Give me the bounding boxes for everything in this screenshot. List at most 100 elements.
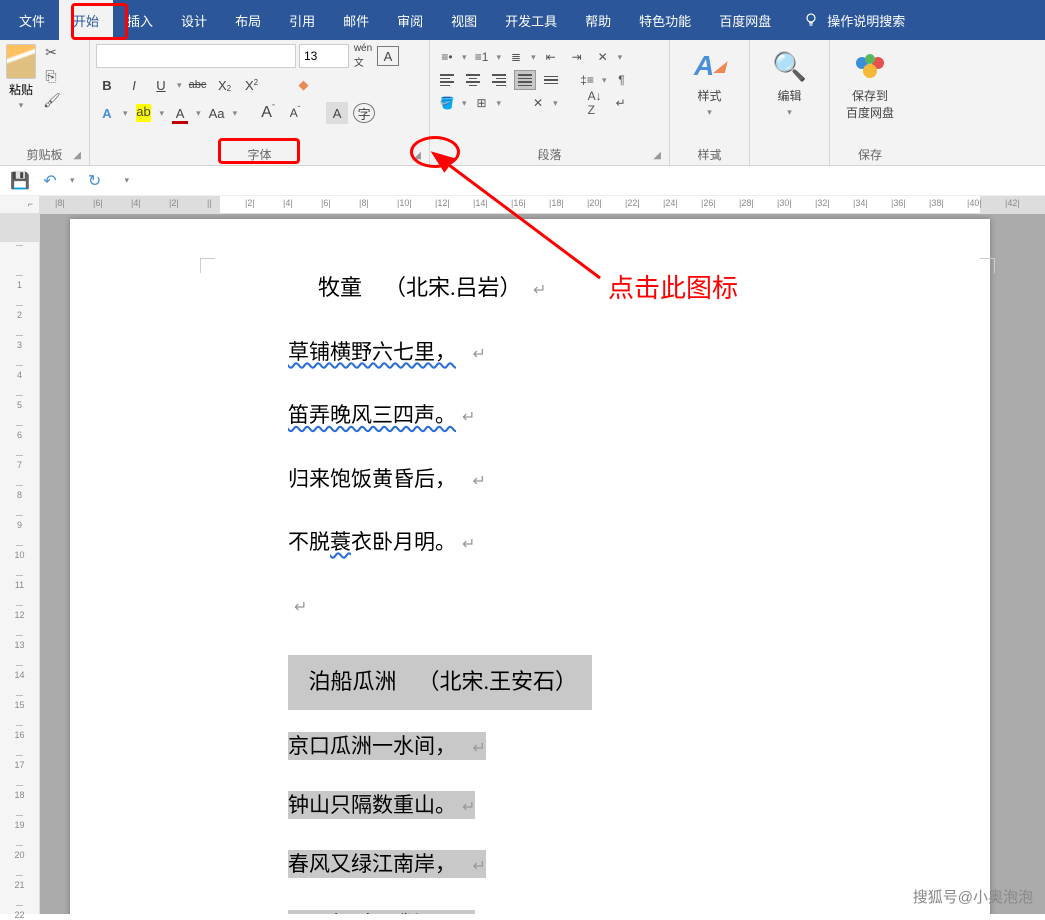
paragraph-label: 段落◢ bbox=[436, 143, 663, 165]
snap-to-grid-button[interactable]: ✕ bbox=[527, 93, 549, 113]
menu-file[interactable]: 文件 bbox=[5, 0, 59, 40]
cut-button[interactable]: ✂ bbox=[43, 44, 59, 60]
text-effects-button[interactable]: A bbox=[96, 102, 118, 124]
poem2-line3: 春风又绿江南岸， bbox=[288, 850, 456, 878]
redo-button[interactable]: ↻ bbox=[85, 171, 105, 191]
poem2-line4: 明月何时照我还。 bbox=[288, 910, 456, 914]
ruler-area: ⌐ |8||6||4||2||||2||4||6||8||10||12||14|… bbox=[0, 196, 1045, 214]
distribute-button[interactable] bbox=[540, 70, 562, 90]
menu-home[interactable]: 开始 bbox=[59, 0, 113, 40]
styles-label: 样式◢ bbox=[697, 143, 721, 165]
poem1-line4: 不脱蓑衣卧月明。 bbox=[288, 530, 456, 554]
poem2-author: （北宋.王安石） bbox=[418, 669, 578, 694]
undo-button[interactable]: ↶ bbox=[40, 171, 60, 191]
menu-design[interactable]: 设计 bbox=[167, 0, 221, 40]
subscript-button[interactable]: X2 bbox=[214, 74, 236, 96]
vertical-ruler[interactable]: —1—2—3—4—5—6—7—8—9—10—11—12—13—14—15—16—… bbox=[0, 214, 40, 914]
paste-icon bbox=[6, 44, 36, 79]
multilevel-list-button[interactable]: ≣ bbox=[505, 47, 527, 67]
poem2-line2: 钟山只隔数重山。 bbox=[288, 791, 456, 819]
menu-help[interactable]: 帮助 bbox=[571, 0, 625, 40]
menu-mail[interactable]: 邮件 bbox=[329, 0, 383, 40]
menu-features[interactable]: 特色功能 bbox=[625, 0, 705, 40]
sort-button[interactable]: A↓Z bbox=[584, 93, 606, 113]
highlight-button[interactable]: ab bbox=[133, 102, 155, 124]
superscript-button[interactable]: X2 bbox=[241, 74, 263, 96]
phonetic-guide-button[interactable]: wén文 bbox=[352, 45, 374, 67]
poem1-title: 牧童 bbox=[318, 275, 362, 300]
menu-baidu[interactable]: 百度网盘 bbox=[705, 0, 785, 40]
clear-formatting-button[interactable]: ◆ bbox=[293, 74, 315, 96]
decrease-indent-button[interactable]: ⇤ bbox=[540, 47, 562, 67]
tell-me-search[interactable]: 操作说明搜索 bbox=[803, 11, 905, 30]
horizontal-ruler[interactable]: |8||6||4||2||||2||4||6||8||10||12||14||1… bbox=[40, 196, 1045, 213]
menu-references[interactable]: 引用 bbox=[275, 0, 329, 40]
grow-font-button[interactable]: Aˆ bbox=[257, 102, 279, 124]
poem1-line2: 笛弄晚风三四声。 bbox=[288, 403, 456, 427]
line-spacing-button[interactable]: ‡≡ bbox=[576, 70, 598, 90]
save-to-baidu-button[interactable]: 保存到 百度网盘 bbox=[846, 48, 894, 121]
styles-button[interactable]: A◢ 样式 ▾ bbox=[692, 48, 728, 118]
paragraph-dialog-launcher[interactable]: ◢ bbox=[653, 150, 661, 161]
paragraph-mark-icon: ↵ bbox=[473, 740, 486, 757]
clipboard-dialog-launcher[interactable]: ◢ bbox=[73, 150, 81, 161]
show-marks-button[interactable]: ¶ bbox=[611, 70, 633, 90]
shading-button[interactable]: 🪣 bbox=[436, 93, 458, 113]
paragraph-mark-icon: ↵ bbox=[294, 599, 307, 616]
char-border-button[interactable]: A bbox=[377, 46, 399, 66]
format-painter-button[interactable]: 🖌 bbox=[43, 92, 59, 108]
font-color-button[interactable]: A bbox=[169, 102, 191, 124]
poem1-line1: 草铺横野六七里， bbox=[288, 340, 456, 364]
underline-button[interactable]: U bbox=[150, 74, 172, 96]
char-shading-button[interactable]: A bbox=[326, 102, 348, 124]
poem2-line1: 京口瓜洲一水间， bbox=[288, 732, 456, 760]
borders-button[interactable]: ⊞ bbox=[471, 93, 493, 113]
align-right-button[interactable] bbox=[488, 70, 510, 90]
page: 牧童 （北宋.吕岩） ↵ 草铺横野六七里， ↵ 笛弄晚风三四声。↵ 归来饱饭黄昏… bbox=[70, 219, 990, 914]
menu-layout[interactable]: 布局 bbox=[221, 0, 275, 40]
edit-button[interactable]: 🔍 编辑 ▾ bbox=[772, 48, 808, 118]
copy-button[interactable]: ⎘ bbox=[43, 68, 59, 84]
menu-insert[interactable]: 插入 bbox=[113, 0, 167, 40]
enclosed-char-button[interactable]: 字 bbox=[353, 103, 375, 123]
ruler-corner: ⌐ bbox=[0, 196, 40, 213]
menu-bar: 文件 开始 插入 设计 布局 引用 邮件 审阅 视图 开发工具 帮助 特色功能 … bbox=[0, 0, 1045, 40]
margin-corner-icon bbox=[980, 258, 995, 273]
paragraph-mark-icon: ↵ bbox=[473, 346, 486, 363]
poem1-author: （北宋.吕岩） bbox=[384, 275, 522, 300]
numbering-button[interactable]: ≡1 bbox=[471, 47, 493, 67]
tell-me-placeholder: 操作说明搜索 bbox=[827, 11, 905, 30]
menu-devtools[interactable]: 开发工具 bbox=[491, 0, 571, 40]
watermark: 搜狐号@小奥泡泡 bbox=[913, 886, 1033, 907]
page-container[interactable]: 牧童 （北宋.吕岩） ↵ 草铺横野六七里， ↵ 笛弄晚风三四声。↵ 归来饱饭黄昏… bbox=[40, 214, 1045, 914]
shrink-font-button[interactable]: Aˇ bbox=[284, 102, 306, 124]
menu-view[interactable]: 视图 bbox=[437, 0, 491, 40]
clipboard-group: 粘贴 ▾ ✂ ⎘ 🖌 剪贴板◢ bbox=[0, 40, 90, 165]
paragraph-group: ≡•▾ ≡1▾ ≣▾ ⇤ ⇥ ✕▾ ‡≡▾ ¶ 🪣▾ ⊞▾ bbox=[430, 40, 670, 165]
save-button[interactable]: 💾 bbox=[10, 171, 30, 191]
align-left-button[interactable] bbox=[436, 70, 458, 90]
document-content[interactable]: 牧童 （北宋.吕岩） ↵ 草铺横野六七里， ↵ 笛弄晚风三四声。↵ 归来饱饭黄昏… bbox=[70, 273, 990, 914]
asian-layout-button[interactable]: ✕ bbox=[592, 47, 614, 67]
bold-button[interactable]: B bbox=[96, 74, 118, 96]
styles-icon: A◢ bbox=[692, 48, 728, 84]
paragraph-marks-button[interactable]: ↵ bbox=[610, 93, 632, 113]
font-dialog-launcher[interactable]: ◢ bbox=[413, 150, 421, 161]
align-justify-button[interactable] bbox=[514, 70, 536, 90]
change-case-button[interactable]: Aa bbox=[206, 102, 228, 124]
poem2-title: 泊船瓜洲 bbox=[309, 669, 397, 694]
styles-group: A◢ 样式 ▾ 样式◢ bbox=[670, 40, 750, 165]
font-size-input[interactable] bbox=[299, 44, 349, 68]
menu-review[interactable]: 审阅 bbox=[383, 0, 437, 40]
italic-button[interactable]: I bbox=[123, 74, 145, 96]
increase-indent-button[interactable]: ⇥ bbox=[566, 47, 588, 67]
styles-dialog-launcher[interactable]: ◢ bbox=[712, 150, 720, 161]
paste-button[interactable]: 粘贴 ▾ bbox=[6, 44, 36, 111]
align-center-button[interactable] bbox=[462, 70, 484, 90]
strikethrough-button[interactable]: abc bbox=[187, 74, 209, 96]
baidu-cloud-icon bbox=[852, 48, 888, 84]
font-name-input[interactable] bbox=[96, 44, 296, 68]
bullets-button[interactable]: ≡• bbox=[436, 47, 458, 67]
save-group: 保存到 百度网盘 保存 bbox=[830, 40, 910, 165]
font-group: wén文 A B I U ▾ abc X2 X2 ◆ A▾ ab▾ A▾ Aa▾… bbox=[90, 40, 430, 165]
